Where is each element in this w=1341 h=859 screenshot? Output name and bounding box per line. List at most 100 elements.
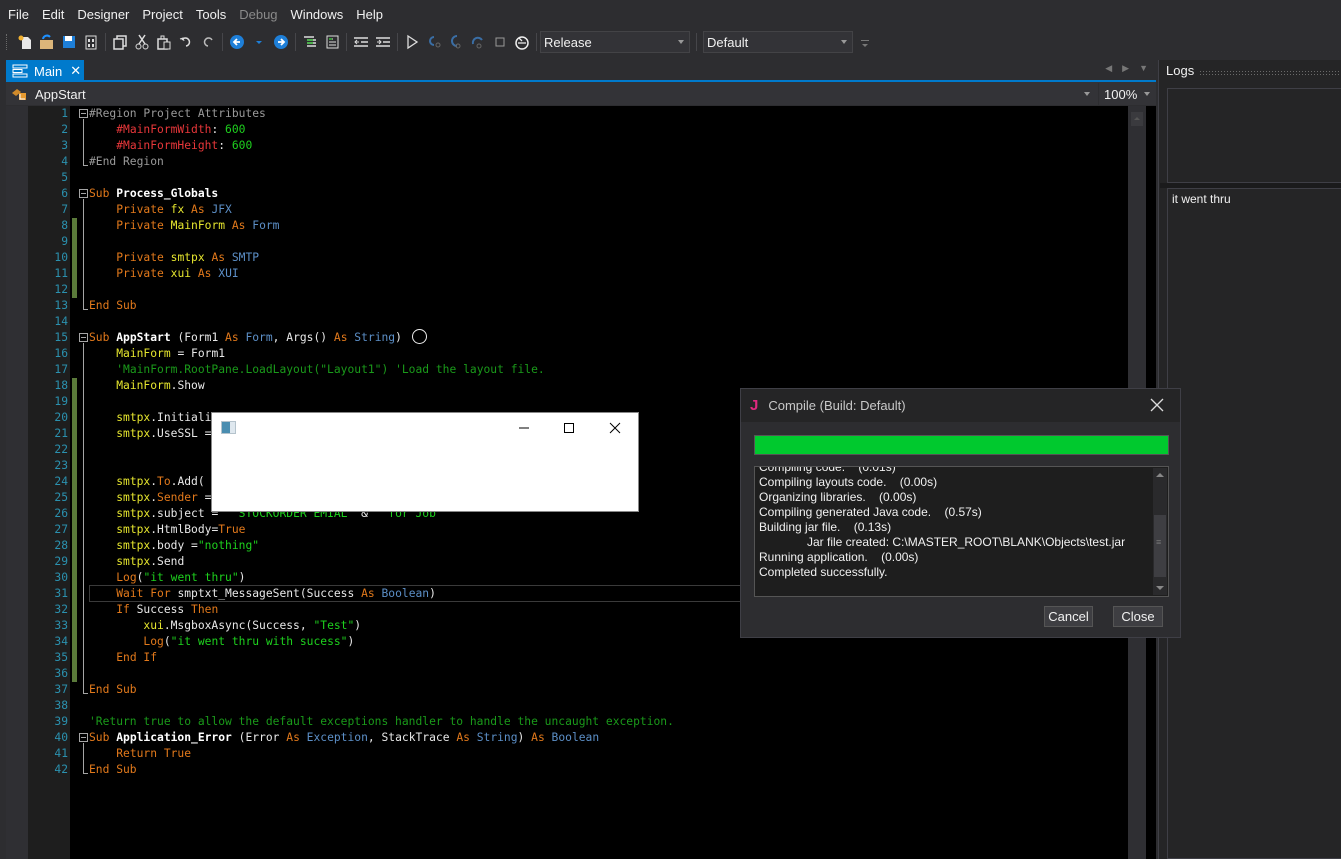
menu-help[interactable]: Help xyxy=(352,0,387,30)
code-line[interactable]: MainForm.Show xyxy=(89,378,204,394)
minimize-button[interactable] xyxy=(509,417,539,439)
close-button[interactable]: Close xyxy=(1113,606,1163,627)
build-config-dropdown[interactable]: Release xyxy=(540,31,690,53)
code-line[interactable]: Sub AppStart (Form1 As Form, Args() As S… xyxy=(89,330,402,346)
code-line[interactable]: xui.MsgboxAsync(Success, "Test") xyxy=(89,618,361,634)
step-out-icon[interactable] xyxy=(467,31,489,53)
code-line[interactable]: MainForm = Form1 xyxy=(89,346,225,362)
scroll-right-icon[interactable]: ▶ xyxy=(1122,63,1129,74)
menu-debug[interactable]: Debug xyxy=(235,0,281,30)
menu-edit[interactable]: Edit xyxy=(38,0,68,30)
close-icon[interactable] xyxy=(1148,396,1166,414)
code-line[interactable]: 'MainForm.RootPane.LoadLayout("Layout1")… xyxy=(89,362,544,378)
fold-toggle-icon[interactable] xyxy=(79,189,88,198)
toolbar-grip[interactable] xyxy=(6,34,9,50)
scroll-thumb[interactable] xyxy=(1154,515,1166,577)
code-line[interactable]: Private xui As XUI xyxy=(89,266,238,282)
output-scrollbar[interactable] xyxy=(1153,468,1167,595)
code-line[interactable]: #MainFormHeight: 600 xyxy=(89,138,252,154)
menu-windows[interactable]: Windows xyxy=(287,0,348,30)
code-token: .body = xyxy=(150,539,198,552)
fold-toggle-icon[interactable] xyxy=(79,733,88,742)
navigate-forward-icon[interactable] xyxy=(270,31,292,53)
code-line[interactable]: smtpx.Initiali xyxy=(89,410,211,426)
undo-icon[interactable] xyxy=(175,31,197,53)
scroll-left-icon[interactable]: ◀ xyxy=(1105,63,1112,74)
step-into-icon[interactable] xyxy=(445,31,467,53)
code-line[interactable]: Log("it went thru with sucess") xyxy=(89,634,354,650)
toolbar-overflow-icon[interactable] xyxy=(861,40,869,50)
code-line[interactable]: Log("it went thru") xyxy=(89,570,245,586)
scroll-down-icon[interactable] xyxy=(1156,586,1164,590)
code-line[interactable]: 'Return true to allow the default except… xyxy=(89,714,674,730)
code-line[interactable]: smtpx.body ="nothing" xyxy=(89,538,259,554)
zoom-dropdown[interactable]: 100% xyxy=(1098,83,1156,105)
redo-icon[interactable] xyxy=(197,31,219,53)
scroll-up-icon[interactable] xyxy=(1131,112,1143,126)
compile-output[interactable]: Compiling code. (0.01s) Compiling layouts… xyxy=(754,466,1169,597)
change-marker xyxy=(72,282,77,298)
tab-main[interactable]: Main ✕ xyxy=(6,60,84,82)
code-line[interactable]: #Region Project Attributes xyxy=(89,106,266,122)
new-file-icon[interactable] xyxy=(14,31,36,53)
code-line[interactable]: Sub Process_Globals xyxy=(89,186,218,202)
code-line[interactable]: smtpx.HtmlBody=True xyxy=(89,522,245,538)
code-line[interactable]: smtpx.UseSSL = xyxy=(89,426,211,442)
restart-icon[interactable] xyxy=(511,31,533,53)
logs-list[interactable]: it went thru xyxy=(1167,188,1341,859)
stop-icon[interactable] xyxy=(489,31,511,53)
code-line[interactable]: smtpx.To.Add( xyxy=(89,474,204,490)
save-all-icon[interactable] xyxy=(80,31,102,53)
indent-icon[interactable] xyxy=(372,31,394,53)
menu-designer[interactable]: Designer xyxy=(73,0,133,30)
code-line[interactable]: smtpx.Sender = xyxy=(89,490,211,506)
member-dropdown[interactable]: AppStart xyxy=(6,82,1096,106)
paste-icon[interactable] xyxy=(153,31,175,53)
menu-file[interactable]: File xyxy=(4,0,33,30)
code-token: ) xyxy=(395,331,402,344)
menu-project[interactable]: Project xyxy=(138,0,186,30)
code-line[interactable]: End Sub xyxy=(89,682,137,698)
maximize-button[interactable] xyxy=(554,417,584,439)
navigate-back-icon[interactable] xyxy=(226,31,248,53)
scroll-up-icon[interactable] xyxy=(1156,473,1164,477)
code-line[interactable]: Private MainForm As Form xyxy=(89,218,279,234)
window-close-button[interactable] xyxy=(600,417,630,439)
copy-icon[interactable] xyxy=(109,31,131,53)
uncomment-icon[interactable] xyxy=(321,31,343,53)
app-window[interactable] xyxy=(211,412,639,512)
run-icon[interactable] xyxy=(401,31,423,53)
cut-icon[interactable] xyxy=(131,31,153,53)
code-line[interactable]: Private smtpx As SMTP xyxy=(89,250,259,266)
code-line[interactable]: End Sub xyxy=(89,298,137,314)
menu-tools[interactable]: Tools xyxy=(192,0,230,30)
code-line[interactable]: #MainFormWidth: 600 xyxy=(89,122,245,138)
code-line[interactable]: If Success Then xyxy=(89,602,218,618)
code-line[interactable]: Return True xyxy=(89,746,191,762)
code-line[interactable]: End Sub xyxy=(89,762,137,778)
open-project-icon[interactable] xyxy=(36,31,58,53)
code-line[interactable]: smtpx.Send xyxy=(89,554,184,570)
fold-guide xyxy=(83,119,84,165)
comment-icon[interactable] xyxy=(299,31,321,53)
fold-toggle-icon[interactable] xyxy=(79,333,88,342)
build-target-dropdown[interactable]: Default xyxy=(703,31,853,53)
code-line[interactable]: #End Region xyxy=(89,154,164,170)
save-icon[interactable] xyxy=(58,31,80,53)
dialog-title-bar[interactable]: J Compile (Build: Default) xyxy=(741,389,1180,422)
change-marker xyxy=(72,490,77,506)
close-icon[interactable]: ✕ xyxy=(70,63,81,79)
code-line[interactable]: End If xyxy=(89,650,157,666)
log-entry[interactable]: it went thru xyxy=(1168,189,1341,209)
fold-toggle-icon[interactable] xyxy=(79,109,88,118)
code-line[interactable]: Private fx As JFX xyxy=(89,202,232,218)
code-line[interactable]: Sub Application_Error (Error As Exceptio… xyxy=(89,730,599,746)
outdent-icon[interactable] xyxy=(350,31,372,53)
tab-list-dropdown-icon[interactable]: ▼ xyxy=(1139,63,1148,74)
cancel-button[interactable]: Cancel xyxy=(1044,606,1093,627)
navigate-dropdown-icon[interactable] xyxy=(248,31,270,53)
chevron-down-icon xyxy=(1084,92,1090,96)
panel-drag-grip[interactable] xyxy=(1199,70,1341,75)
step-over-icon[interactable] xyxy=(423,31,445,53)
